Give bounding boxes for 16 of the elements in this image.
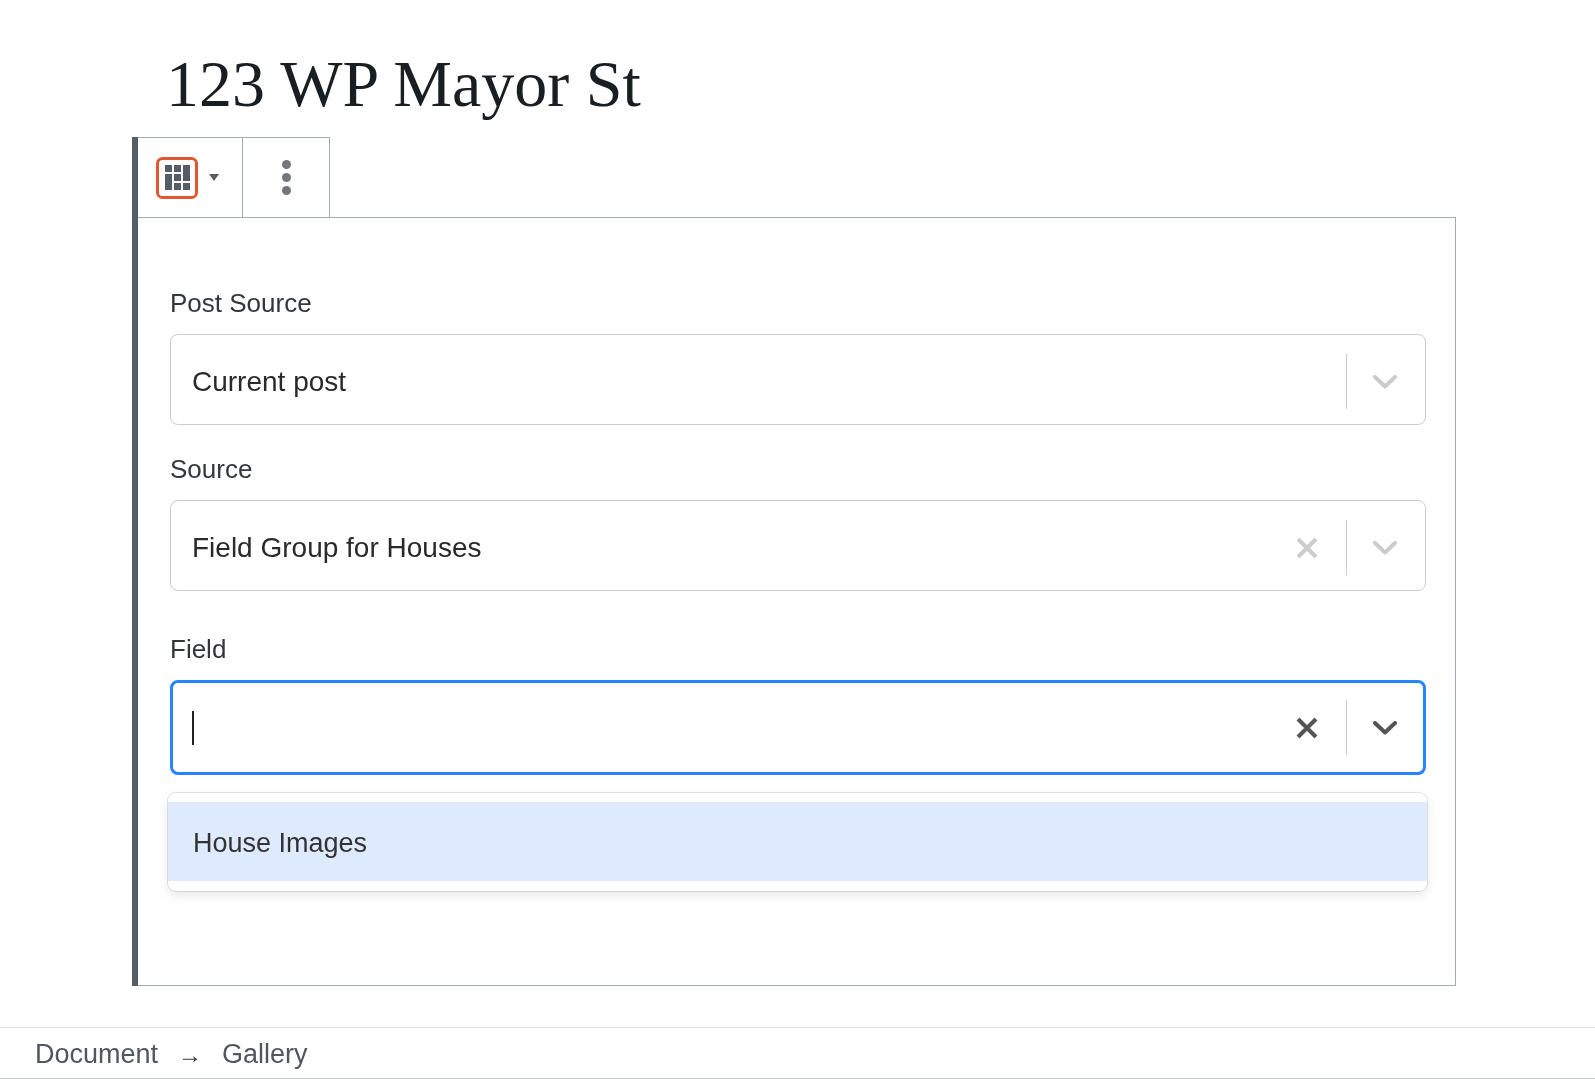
chevron-down-icon[interactable] [1373, 720, 1397, 735]
field-label: Post Source [170, 288, 313, 318]
caret-icon [209, 174, 219, 181]
select-field[interactable] [170, 680, 1426, 775]
post-title: 123 WP Mayor St [166, 46, 641, 122]
dropdown-option[interactable]: House Images [168, 802, 1427, 881]
field-label: Source [170, 454, 254, 484]
breadcrumb-link[interactable]: Gallery [222, 1039, 308, 1070]
grid-icon [156, 156, 198, 199]
breadcrumb-separator: → [178, 1040, 203, 1069]
vertical-ellipsis-icon [281, 160, 291, 195]
close-icon[interactable] [1296, 716, 1318, 739]
breadcrumb-link[interactable]: Document [35, 1039, 159, 1070]
text-cursor-icon [192, 710, 194, 745]
field-label: Field [170, 634, 228, 664]
select-field[interactable]: Current post [170, 334, 1426, 425]
